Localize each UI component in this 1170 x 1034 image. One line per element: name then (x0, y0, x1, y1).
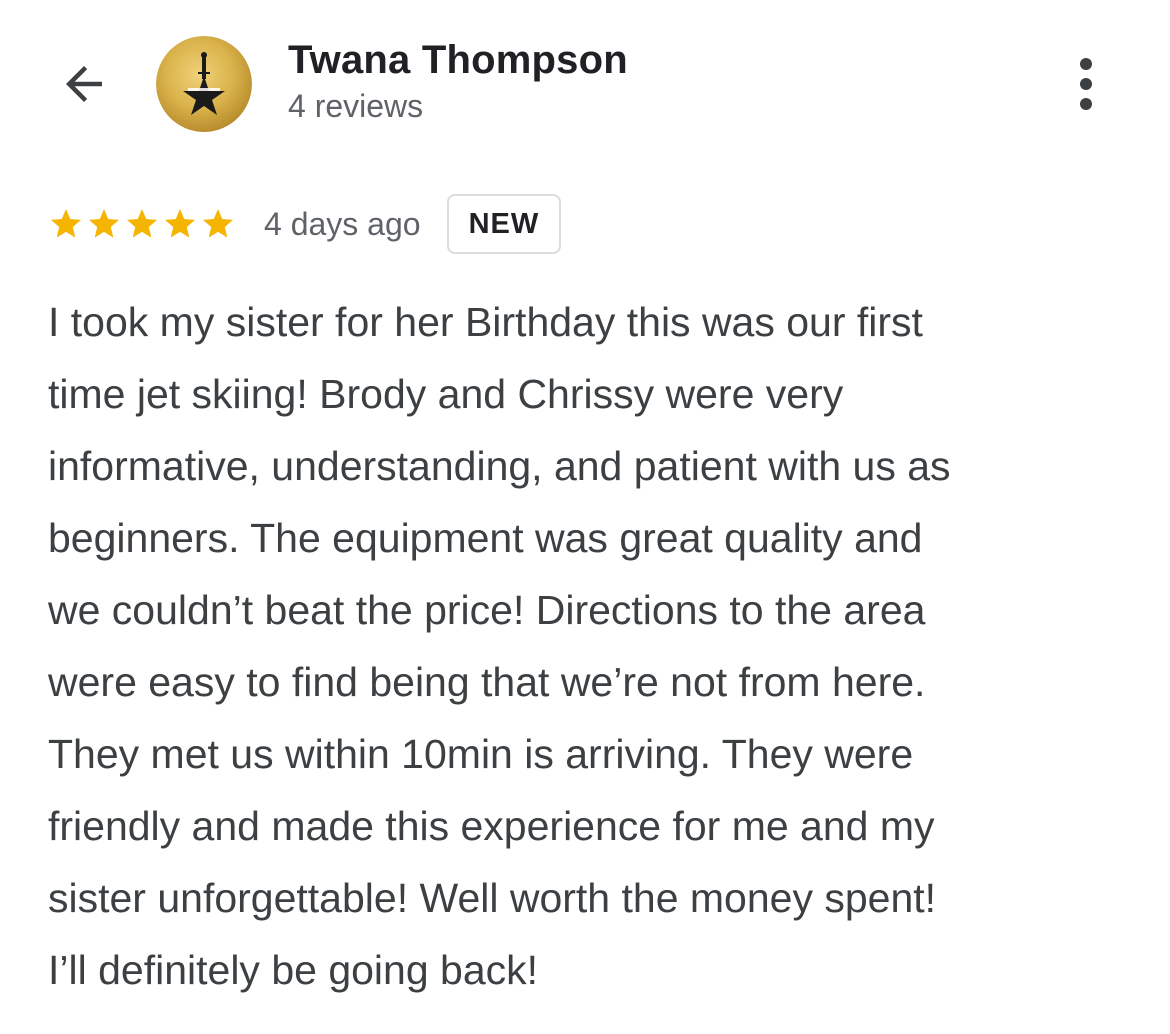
review-text-line: I took my sister for her Birthday this w… (48, 299, 923, 345)
star-icon (89, 209, 119, 238)
review-text-line: sister unforgettable! Well worth the mon… (48, 875, 937, 921)
rating-row: 4 days ago NEW (48, 192, 562, 256)
more-options-button[interactable] (1062, 52, 1110, 116)
review-text: I took my sister for her Birthday this w… (48, 286, 1128, 1006)
review-text-line: friendly and made this experience for me… (48, 803, 935, 849)
review-text-line: we couldn’t beat the price! Directions t… (48, 587, 926, 633)
review-text-line: They met us within 10min is arriving. Th… (48, 731, 914, 777)
review-text-line: beginners. The equipment was great quali… (48, 515, 923, 561)
avatar[interactable] (156, 36, 252, 132)
star-icon (165, 209, 195, 238)
star-icon (203, 209, 233, 238)
star-icon (127, 209, 157, 238)
review-text-line: I’ll definitely be going back! (48, 947, 539, 993)
review-time: 4 days ago (264, 205, 421, 242)
arrow-left-icon (66, 66, 102, 102)
new-badge: NEW (446, 194, 562, 254)
star-silhouette-icon (156, 36, 252, 132)
review-header: Twana Thompson 4 reviews (0, 0, 1170, 160)
reviewer-name[interactable]: Twana Thompson (288, 38, 628, 83)
star-rating (48, 206, 236, 242)
review-text-line: were easy to find being that we’re not f… (48, 659, 926, 705)
reviewer-review-count: 4 reviews (288, 88, 424, 124)
back-button[interactable] (52, 52, 116, 116)
review-text-line: time jet skiing! Brody and Chrissy were … (48, 371, 844, 417)
more-vertical-icon (1080, 58, 1092, 110)
review-text-line: informative, understanding, and patient … (48, 443, 951, 489)
star-icon (51, 209, 81, 238)
